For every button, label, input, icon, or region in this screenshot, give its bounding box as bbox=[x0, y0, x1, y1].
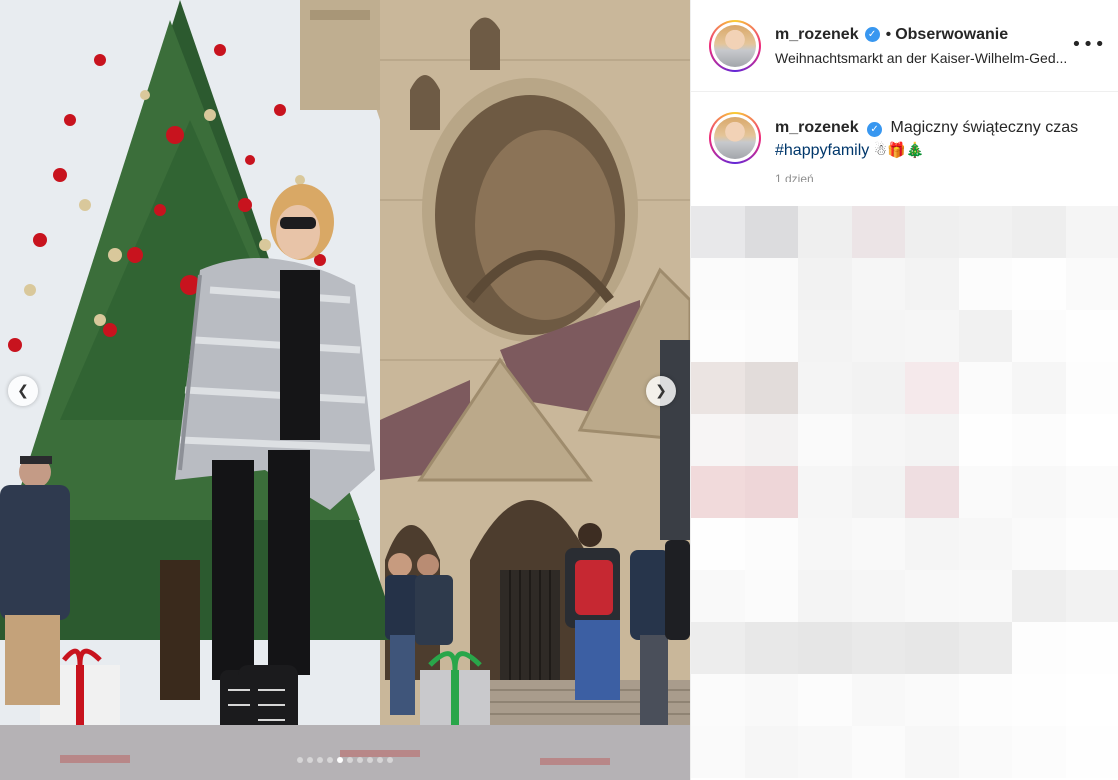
carousel-indicator bbox=[0, 757, 690, 763]
carousel-dot bbox=[347, 757, 353, 763]
avatar-image bbox=[714, 117, 756, 159]
chevron-right-icon: ❯ bbox=[655, 383, 667, 399]
caption-text: Magiczny świąteczny czas bbox=[890, 119, 1079, 136]
verified-badge-icon: ✓ bbox=[864, 27, 880, 42]
carousel-dot bbox=[297, 757, 303, 763]
photo-scene bbox=[0, 0, 690, 780]
chevron-left-icon: ❮ bbox=[17, 383, 29, 399]
following-button[interactable]: Obserwowanie bbox=[895, 26, 1008, 44]
post-caption: m_rozenek ✓ Magiczny świąteczny czas #ha… bbox=[691, 92, 1118, 164]
carousel-dot-active bbox=[337, 757, 343, 763]
carousel-prev-button[interactable]: ❮ bbox=[8, 376, 38, 406]
caption-avatar[interactable] bbox=[709, 112, 761, 164]
carousel-dot bbox=[377, 757, 383, 763]
caption-emojis: ☃🎁🎄 bbox=[873, 141, 925, 159]
caption-username[interactable]: m_rozenek bbox=[775, 119, 859, 136]
verified-badge-icon: ✓ bbox=[867, 122, 883, 137]
post-photo[interactable]: ❮ ❯ bbox=[0, 0, 690, 780]
carousel-dot bbox=[357, 757, 363, 763]
author-username[interactable]: m_rozenek bbox=[775, 26, 859, 44]
post-header: m_rozenek ✓ • Obserwowanie Weihnachtsmar… bbox=[691, 0, 1118, 92]
location-link[interactable]: Weihnachtsmarkt an der Kaiser-Wilhelm-Ge… bbox=[775, 50, 1093, 66]
carousel-next-button[interactable]: ❯ bbox=[646, 376, 676, 406]
more-options-icon[interactable]: ••• bbox=[1071, 34, 1106, 55]
carousel-dot bbox=[327, 757, 333, 763]
carousel-dot bbox=[387, 757, 393, 763]
pixelated-comments-area bbox=[691, 206, 1118, 780]
avatar[interactable] bbox=[709, 19, 761, 72]
avatar-image bbox=[714, 24, 756, 67]
separator: • bbox=[885, 25, 892, 43]
post-side-panel: m_rozenek ✓ • Obserwowanie Weihnachtsmar… bbox=[690, 0, 1118, 780]
carousel-dot bbox=[307, 757, 313, 763]
post-timestamp: 1 dzień bbox=[775, 172, 814, 182]
carousel-dot bbox=[317, 757, 323, 763]
hashtag-link[interactable]: #happyfamily bbox=[775, 142, 869, 159]
carousel-dot bbox=[367, 757, 373, 763]
